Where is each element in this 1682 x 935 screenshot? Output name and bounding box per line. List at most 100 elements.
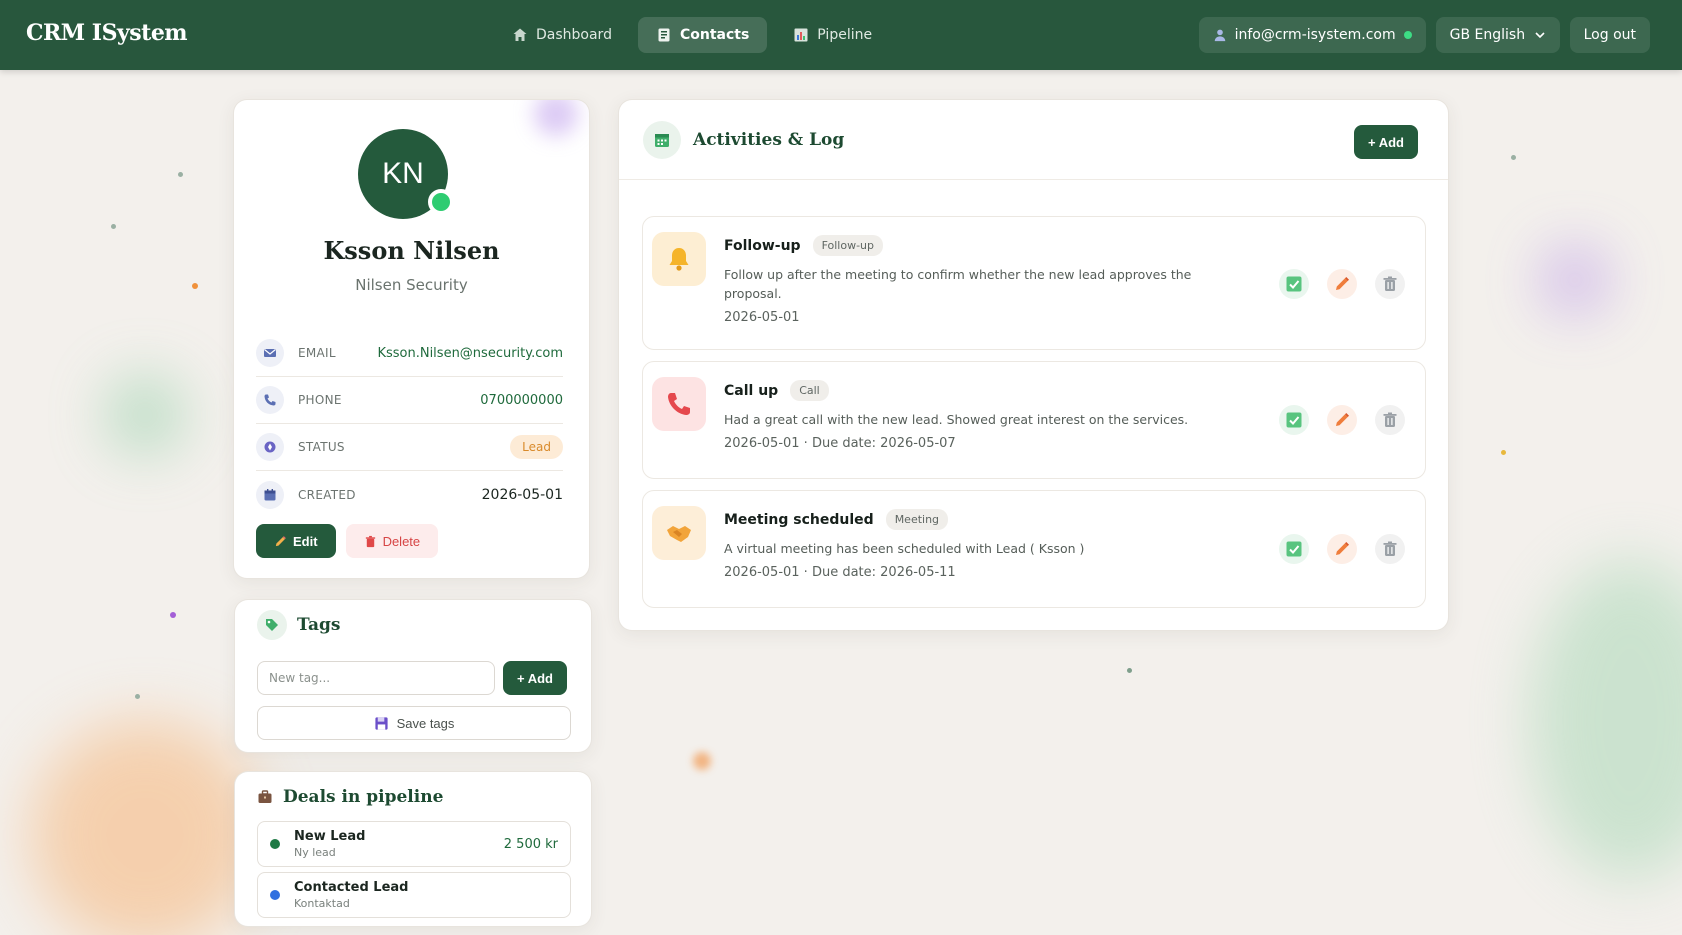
info-row-status: STATUS Lead — [256, 424, 563, 471]
delete-activity-button[interactable] — [1375, 269, 1405, 299]
delete-label: Delete — [382, 533, 421, 549]
activity-description: Had a great call with the new lead. Show… — [724, 412, 1189, 427]
nav-contacts[interactable]: Contacts — [637, 17, 768, 53]
chevron-down-icon — [1535, 32, 1545, 39]
trash-icon — [1383, 412, 1397, 427]
deal-title: Contacted Lead — [294, 879, 409, 895]
edit-button[interactable]: Edit — [256, 524, 336, 558]
nav-dashboard-label: Dashboard — [536, 27, 612, 43]
deal-item-contacted-lead[interactable]: Contacted Lead Kontaktad — [257, 872, 571, 918]
online-status-dot — [1403, 31, 1412, 39]
edit-activity-button[interactable] — [1327, 534, 1357, 564]
decorative-blob — [108, 378, 182, 452]
nav-dashboard[interactable]: Dashboard — [494, 17, 630, 53]
status-icon — [256, 433, 284, 461]
checkbox-icon — [1286, 276, 1302, 292]
activity-name: Call up — [724, 382, 779, 399]
decorative-dot — [135, 694, 140, 699]
avatar-initials: KN — [382, 157, 424, 190]
company-name: Nilsen Security — [355, 276, 468, 294]
status-badge: Lead — [510, 435, 563, 459]
deal-stage-dot — [270, 839, 280, 849]
activity-type-badge: Meeting — [885, 509, 949, 530]
nav-pipeline-label: Pipeline — [817, 27, 873, 43]
calendar-icon — [256, 480, 284, 509]
decorative-blob — [1545, 250, 1605, 310]
deal-text: Contacted Lead Kontaktad — [294, 880, 408, 911]
activity-actions — [1279, 405, 1405, 435]
phone-label: PHONE — [298, 393, 342, 407]
edit-label: Edit — [293, 533, 318, 549]
activities-header: Activities & Log + Add — [619, 100, 1448, 180]
checkbox-icon — [1286, 412, 1302, 428]
delete-activity-button[interactable] — [1375, 405, 1405, 435]
deal-stage-dot — [270, 890, 280, 900]
complete-activity-button[interactable] — [1279, 405, 1309, 435]
avatar: KN — [358, 129, 454, 219]
trash-icon — [1383, 276, 1397, 291]
activity-date: 2026-05-01 · Due date: 2026-05-11 — [724, 565, 956, 580]
chart-icon — [794, 28, 808, 42]
tag-icon — [257, 610, 287, 640]
handshake-icon — [652, 506, 706, 560]
user-account[interactable]: info@crm-isystem.com — [1198, 17, 1426, 53]
edit-activity-button[interactable] — [1327, 405, 1357, 435]
contact-name: Ksson Nilsen — [323, 236, 500, 265]
mail-icon — [256, 339, 284, 367]
floppy-disk-icon — [374, 716, 388, 730]
activity-date: 2026-05-01 · Due date: 2026-05-07 — [724, 436, 956, 451]
pencil-icon — [1336, 277, 1349, 290]
decorative-dot — [111, 224, 116, 229]
add-tag-button[interactable]: + Add — [503, 661, 567, 695]
deal-title: New Lead — [294, 828, 366, 844]
add-activity-button[interactable]: + Add — [1354, 125, 1418, 159]
language-select[interactable]: GB English — [1435, 17, 1560, 53]
decorative-dot — [170, 612, 176, 618]
delete-button[interactable]: Delete — [345, 524, 439, 558]
activity-item-call-up: Call up Call Had a great call with the n… — [642, 361, 1426, 479]
status-label: STATUS — [298, 440, 345, 454]
activity-description: A virtual meeting has been scheduled wit… — [724, 541, 1085, 556]
logout-button[interactable]: Log out — [1569, 17, 1650, 53]
info-row-phone: PHONE 0700000000 — [256, 377, 563, 424]
trash-icon — [1383, 541, 1397, 556]
decorative-dot — [1511, 155, 1516, 160]
decorative-dot — [178, 172, 183, 177]
briefcase-icon — [257, 789, 273, 805]
complete-activity-button[interactable] — [1279, 269, 1309, 299]
trash-icon — [365, 535, 375, 547]
pencil-icon — [1336, 413, 1349, 426]
tags-title: Tags — [297, 615, 341, 635]
calendar-icon — [643, 120, 681, 159]
email-value[interactable]: Ksson.Nilsen@nsecurity.com — [377, 346, 563, 361]
deals-header: Deals in pipeline — [235, 772, 591, 822]
activity-body: Follow-up Follow-up Follow up after the … — [724, 235, 1224, 325]
deal-item-new-lead[interactable]: New Lead Ny lead 2 500 kr — [257, 821, 571, 867]
decorative-blob — [1530, 560, 1682, 880]
save-tags-button[interactable]: Save tags — [257, 706, 571, 740]
created-value: 2026-05-01 — [481, 486, 563, 503]
brand-logo[interactable]: CRM ISystem — [26, 20, 188, 46]
online-status-indicator — [428, 189, 454, 215]
delete-activity-button[interactable] — [1375, 534, 1405, 564]
activity-title-row: Follow-up Follow-up — [724, 235, 1224, 256]
tag-input-row: + Add — [257, 661, 567, 695]
main-nav: Dashboard Contacts Pipeline — [494, 17, 890, 53]
activity-body: Call up Call Had a great call with the n… — [724, 380, 1224, 451]
activities-title: Activities & Log — [693, 129, 845, 150]
phone-value[interactable]: 0700000000 — [480, 393, 563, 408]
nav-pipeline[interactable]: Pipeline — [775, 17, 890, 53]
nav-contacts-label: Contacts — [679, 27, 750, 43]
complete-activity-button[interactable] — [1279, 534, 1309, 564]
activity-type-badge: Follow-up — [812, 235, 883, 256]
edit-activity-button[interactable] — [1327, 269, 1357, 299]
decorative-blob — [693, 752, 711, 770]
tags-card: Tags + Add Save tags — [234, 599, 592, 753]
decorative-blob — [534, 100, 578, 136]
new-tag-input[interactable] — [257, 661, 495, 695]
deal-text: New Lead Ny lead — [294, 829, 365, 860]
contacts-icon — [658, 28, 670, 42]
user-icon — [1214, 29, 1225, 42]
info-row-email: EMAIL Ksson.Nilsen@nsecurity.com — [256, 330, 563, 377]
activity-name: Meeting scheduled — [724, 511, 874, 528]
